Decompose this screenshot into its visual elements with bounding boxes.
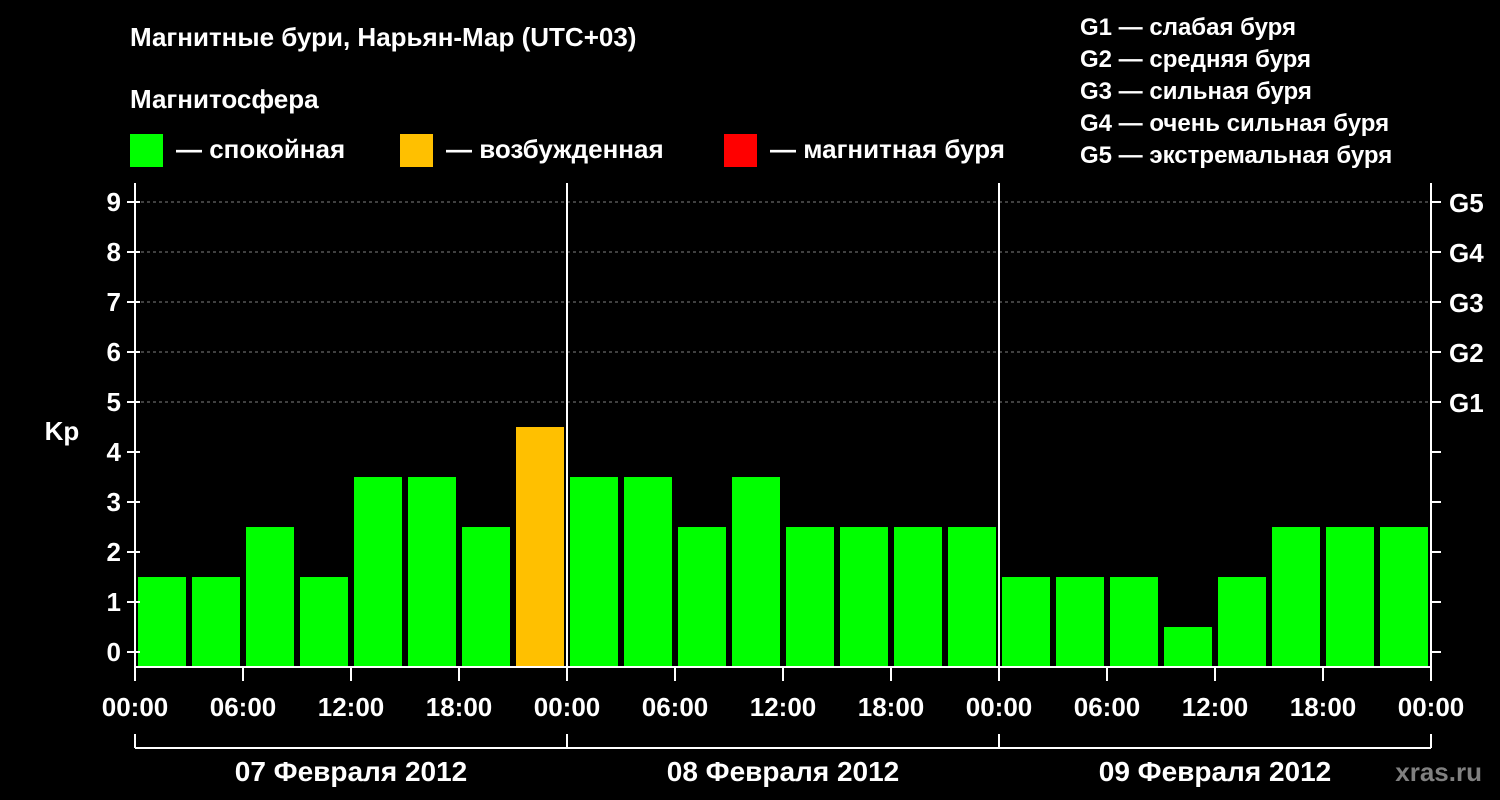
legend-swatch-calm [130, 134, 163, 167]
xtick-label-2: 12:00 [318, 692, 385, 722]
xtick-label-0: 00:00 [102, 692, 169, 722]
bar-3 [300, 577, 348, 667]
ytick-label-3: 3 [107, 487, 121, 517]
xtick-label-9: 06:00 [1074, 692, 1141, 722]
watermark: xras.ru [1395, 757, 1482, 787]
bar-22 [1326, 527, 1374, 667]
g-scale-g5: G5 — экстремальная буря [1080, 142, 1393, 169]
xtick-label-8: 00:00 [966, 692, 1033, 722]
day-label-0: 07 Февраля 2012 [235, 756, 467, 787]
bar-14 [894, 527, 942, 667]
xtick-label-7: 18:00 [858, 692, 925, 722]
xtick-label-11: 18:00 [1290, 692, 1357, 722]
xtick-label-12: 00:00 [1398, 692, 1465, 722]
xtick-label-3: 18:00 [426, 692, 493, 722]
bar-17 [1056, 577, 1104, 667]
bar-9 [624, 477, 672, 667]
bar-7 [516, 427, 564, 667]
legend-heading: Магнитосфера [130, 84, 319, 114]
bar-1 [192, 577, 240, 667]
bar-13 [840, 527, 888, 667]
legend-label-excited: — возбужденная [446, 134, 664, 164]
grid-lines [135, 201, 1431, 403]
gtick-label-G5: G5 [1449, 188, 1484, 218]
ytick-label-8: 8 [107, 237, 121, 267]
xtick-label-4: 00:00 [534, 692, 601, 722]
bar-8 [570, 477, 618, 667]
g-scale-g3: G3 — сильная буря [1080, 78, 1312, 105]
bar-11 [732, 477, 780, 667]
bar-10 [678, 527, 726, 667]
bar-12 [786, 527, 834, 667]
bar-6 [462, 527, 510, 667]
bar-2 [246, 527, 294, 667]
legend-label-storm: — магнитная буря [770, 134, 1005, 164]
g-scale-g2: G2 — средняя буря [1080, 46, 1311, 73]
ytick-label-4: 4 [107, 437, 122, 467]
bar-5 [408, 477, 456, 667]
gtick-label-G1: G1 [1449, 388, 1484, 418]
bar-16 [1002, 577, 1050, 667]
bar-18 [1110, 577, 1158, 667]
bar-19 [1164, 627, 1212, 667]
gtick-label-G2: G2 [1449, 338, 1484, 368]
bar-4 [354, 477, 402, 667]
ytick-label-7: 7 [107, 287, 121, 317]
bar-20 [1218, 577, 1266, 667]
legend-swatch-storm [724, 134, 757, 167]
ytick-label-1: 1 [107, 587, 121, 617]
bar-23 [1380, 527, 1428, 667]
y-axis-label: Kp [45, 416, 80, 446]
gtick-label-G4: G4 [1449, 238, 1484, 268]
legend-label-calm: — спокойная [176, 134, 346, 164]
ytick-label-9: 9 [107, 187, 121, 217]
xtick-label-10: 12:00 [1182, 692, 1249, 722]
day-label-2: 09 Февраля 2012 [1099, 756, 1331, 787]
g-scale-g1: G1 — слабая буря [1080, 14, 1297, 41]
day-label-1: 08 Февраля 2012 [667, 756, 899, 787]
bar-21 [1272, 527, 1320, 667]
ytick-label-2: 2 [107, 537, 121, 567]
bar-0 [138, 577, 186, 667]
ytick-label-6: 6 [107, 337, 121, 367]
bar-15 [948, 527, 996, 667]
ytick-label-5: 5 [107, 387, 121, 417]
bars [138, 427, 1428, 667]
legend-swatch-excited [400, 134, 433, 167]
xtick-label-6: 12:00 [750, 692, 817, 722]
gtick-label-G3: G3 [1449, 288, 1484, 318]
g-scale-g4: G4 — очень сильная буря [1080, 110, 1390, 137]
xtick-label-1: 06:00 [210, 692, 277, 722]
ytick-label-0: 0 [107, 637, 121, 667]
chart-title: Магнитные бури, Нарьян-Мар (UTC+03) [130, 22, 637, 52]
xtick-label-5: 06:00 [642, 692, 709, 722]
